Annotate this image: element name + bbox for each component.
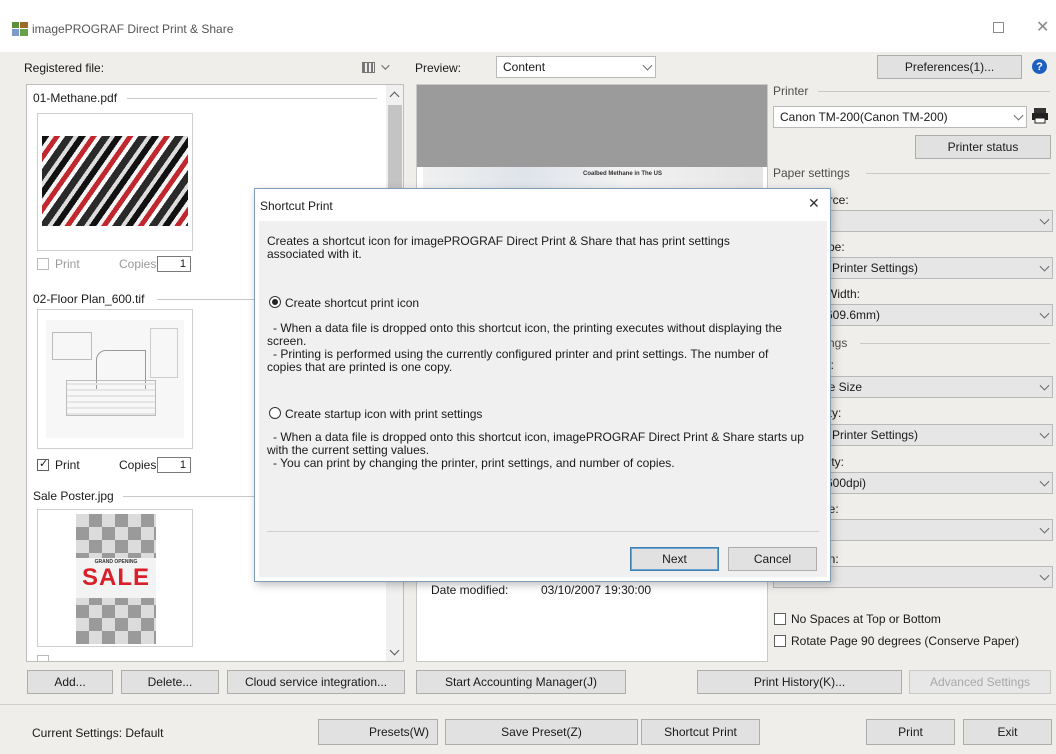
registered-file-label: Registered file: — [24, 61, 105, 75]
print-checkbox-checked[interactable]: ✓ — [37, 458, 49, 471]
file-name: 02-Floor Plan_600.tif — [33, 292, 145, 306]
shortcut-print-icon-label[interactable]: Create shortcut print icon — [285, 296, 419, 310]
copies-input[interactable]: 1 — [157, 256, 191, 272]
chevron-down-icon — [1039, 380, 1050, 391]
chevron-down-icon — [1039, 476, 1050, 487]
dialog-body: Creates a shortcut icon for imagePROGRAF… — [259, 221, 827, 577]
title-bar: imagePROGRAF Direct Print & Share ✕ — [0, 0, 1056, 52]
printer-icon[interactable] — [1031, 107, 1049, 125]
chevron-down-icon — [1039, 261, 1050, 272]
shortcut-print-icon-radio[interactable] — [269, 296, 281, 308]
next-button[interactable]: Next — [630, 547, 719, 571]
paper-settings-group-title: Paper settings — [773, 166, 854, 180]
layout-group-title: ngs — [828, 336, 852, 350]
methane-map-image — [42, 136, 188, 226]
preferences-button[interactable]: Preferences(1)... — [877, 55, 1022, 79]
dialog-close-icon[interactable]: ✕ — [808, 195, 820, 212]
checkmark-icon: ✓ — [39, 458, 49, 470]
help-icon[interactable]: ? — [1032, 59, 1047, 74]
option1-description-1: - When a data file is dropped onto this … — [267, 321, 782, 348]
chevron-down-icon — [1039, 308, 1050, 319]
chevron-down-icon — [1039, 523, 1050, 534]
divider — [127, 98, 377, 99]
grid-icon — [362, 61, 375, 73]
delete-button[interactable]: Delete... — [121, 670, 219, 694]
cloud-integration-button[interactable]: Cloud service integration... — [227, 670, 405, 694]
shortcut-print-dialog: Shortcut Print ✕ Creates a shortcut icon… — [254, 188, 831, 582]
file-name: 01-Methane.pdf — [33, 91, 118, 105]
print-checkbox[interactable] — [37, 258, 49, 270]
poster-sale-text: SALE — [81, 564, 150, 591]
roll-width-label: Width: — [826, 287, 861, 301]
file-thumbnail[interactable] — [37, 113, 193, 251]
file-thumbnail[interactable] — [37, 309, 193, 449]
chevron-down-icon — [1039, 214, 1050, 225]
current-settings-label: Current Settings: Default — [32, 726, 164, 740]
print-label: Print — [55, 458, 80, 472]
option1-description-2: - Printing is performed using the curren… — [267, 347, 769, 374]
window-title: imagePROGRAF Direct Print & Share — [32, 22, 234, 36]
floor-plan-image — [46, 320, 184, 438]
startup-icon-radio[interactable] — [269, 407, 281, 419]
rotate-page-checkbox[interactable] — [774, 635, 786, 647]
option2-description-2: - You can print by changing the printer,… — [273, 456, 675, 470]
save-preset-button[interactable]: Save Preset(Z) — [445, 719, 638, 745]
print-checkbox[interactable] — [37, 655, 49, 661]
sale-poster-image: GRAND OPENING SALE — [76, 514, 156, 644]
close-icon[interactable]: ✕ — [1036, 17, 1049, 37]
preview-mode-value: Content — [503, 60, 546, 74]
chevron-down-icon — [381, 61, 390, 70]
advanced-settings-button[interactable]: Advanced Settings — [909, 670, 1051, 694]
printer-group-title: Printer — [773, 84, 813, 98]
preview-map-title: Coalbed Methane in The US — [583, 171, 663, 177]
copies-input[interactable]: 1 — [157, 457, 191, 473]
dialog-separator — [267, 531, 819, 532]
dialog-description: Creates a shortcut icon for imagePROGRAF… — [267, 234, 730, 261]
chevron-down-icon — [1013, 110, 1024, 121]
startup-icon-label[interactable]: Create startup icon with print settings — [285, 407, 482, 421]
option2-description-1: - When a data file is dropped onto this … — [267, 430, 804, 457]
printer-select[interactable]: Canon TM-200(Canon TM-200) — [773, 106, 1027, 128]
divider — [866, 173, 1050, 174]
accounting-manager-button[interactable]: Start Accounting Manager(J) — [416, 670, 626, 694]
maximize-icon[interactable] — [993, 22, 1004, 33]
print-label: Print — [55, 257, 80, 271]
copies-label: Copies — [119, 458, 157, 472]
preview-label: Preview: — [415, 61, 462, 75]
scroll-down-icon[interactable] — [389, 645, 400, 656]
add-button[interactable]: Add... — [27, 670, 113, 694]
exit-button[interactable]: Exit — [963, 719, 1052, 745]
no-spaces-checkbox[interactable] — [774, 613, 786, 625]
printer-status-button[interactable]: Printer status — [915, 135, 1051, 159]
divider — [860, 343, 1050, 344]
preview-gray-region — [417, 85, 767, 167]
dialog-title: Shortcut Print — [260, 199, 333, 213]
printer-value: Canon TM-200(Canon TM-200) — [780, 110, 948, 124]
date-modified-label: Date modified: — [431, 583, 509, 597]
chevron-down-icon — [1039, 428, 1050, 439]
presets-button[interactable]: Presets(W) — [318, 719, 438, 745]
preview-mode-select[interactable]: Content — [496, 56, 656, 78]
rotate-page-label: Rotate Page 90 degrees (Conserve Paper) — [791, 634, 1020, 648]
separator — [0, 704, 1056, 705]
no-spaces-label: No Spaces at Top or Bottom — [791, 612, 941, 626]
date-modified-value: 03/10/2007 19:30:00 — [541, 583, 652, 597]
app-icon — [12, 22, 28, 36]
print-button[interactable]: Print — [866, 719, 955, 745]
view-mode-button[interactable] — [362, 58, 404, 76]
chevron-down-icon — [1039, 570, 1050, 581]
file-name: Sale Poster.jpg — [33, 489, 114, 503]
copies-label: Copies — [119, 257, 157, 271]
chevron-down-icon — [642, 60, 653, 71]
file-thumbnail[interactable]: GRAND OPENING SALE — [37, 509, 193, 647]
scroll-up-icon[interactable] — [389, 91, 400, 102]
shortcut-print-button[interactable]: Shortcut Print — [641, 719, 760, 745]
cancel-button[interactable]: Cancel — [728, 547, 817, 571]
print-history-button[interactable]: Print History(K)... — [697, 670, 902, 694]
divider — [818, 91, 1050, 92]
